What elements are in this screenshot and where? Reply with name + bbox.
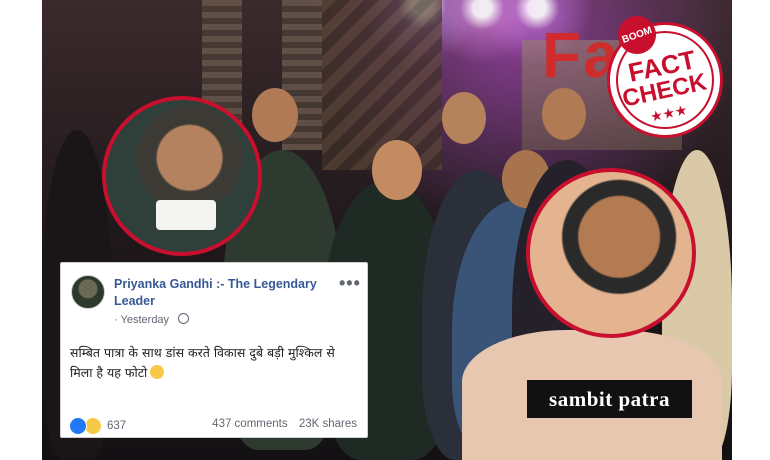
post-text-content: सम्बित पात्रा के साथ डांस करते विकास दुब…	[70, 345, 335, 380]
name-caption: sambit patra	[527, 380, 692, 418]
thinking-emoji-icon	[150, 365, 165, 379]
person-head	[252, 88, 298, 142]
avatar[interactable]	[71, 275, 105, 309]
facebook-post-card: Priyanka Gandhi :- The Legendary Leader …	[60, 262, 368, 438]
meta-separator: ·	[114, 314, 118, 326]
person-head	[442, 92, 486, 144]
engagement-counts: 437 comments 23K shares	[204, 418, 357, 430]
comments-count[interactable]: 437 comments	[212, 418, 287, 430]
reaction-summary[interactable]: 637	[69, 417, 126, 435]
more-options-icon[interactable]: •••	[339, 273, 361, 294]
globe-icon	[178, 313, 190, 324]
post-meta: · Yesterday	[114, 313, 190, 326]
post-time[interactable]: Yesterday	[121, 314, 170, 326]
person-head	[542, 88, 586, 140]
highlight-circle-right	[526, 168, 696, 338]
like-reaction-icon	[69, 417, 87, 435]
post-author[interactable]: Priyanka Gandhi :- The Legendary Leader	[114, 276, 324, 310]
post-text: सम्बित पात्रा के साथ डांस करते विकास दुब…	[70, 343, 360, 383]
reaction-count: 637	[107, 420, 127, 432]
shirt-collar	[156, 200, 216, 230]
person-head	[372, 140, 422, 200]
highlight-circle-left	[102, 96, 262, 256]
shares-count[interactable]: 23K shares	[299, 418, 357, 430]
